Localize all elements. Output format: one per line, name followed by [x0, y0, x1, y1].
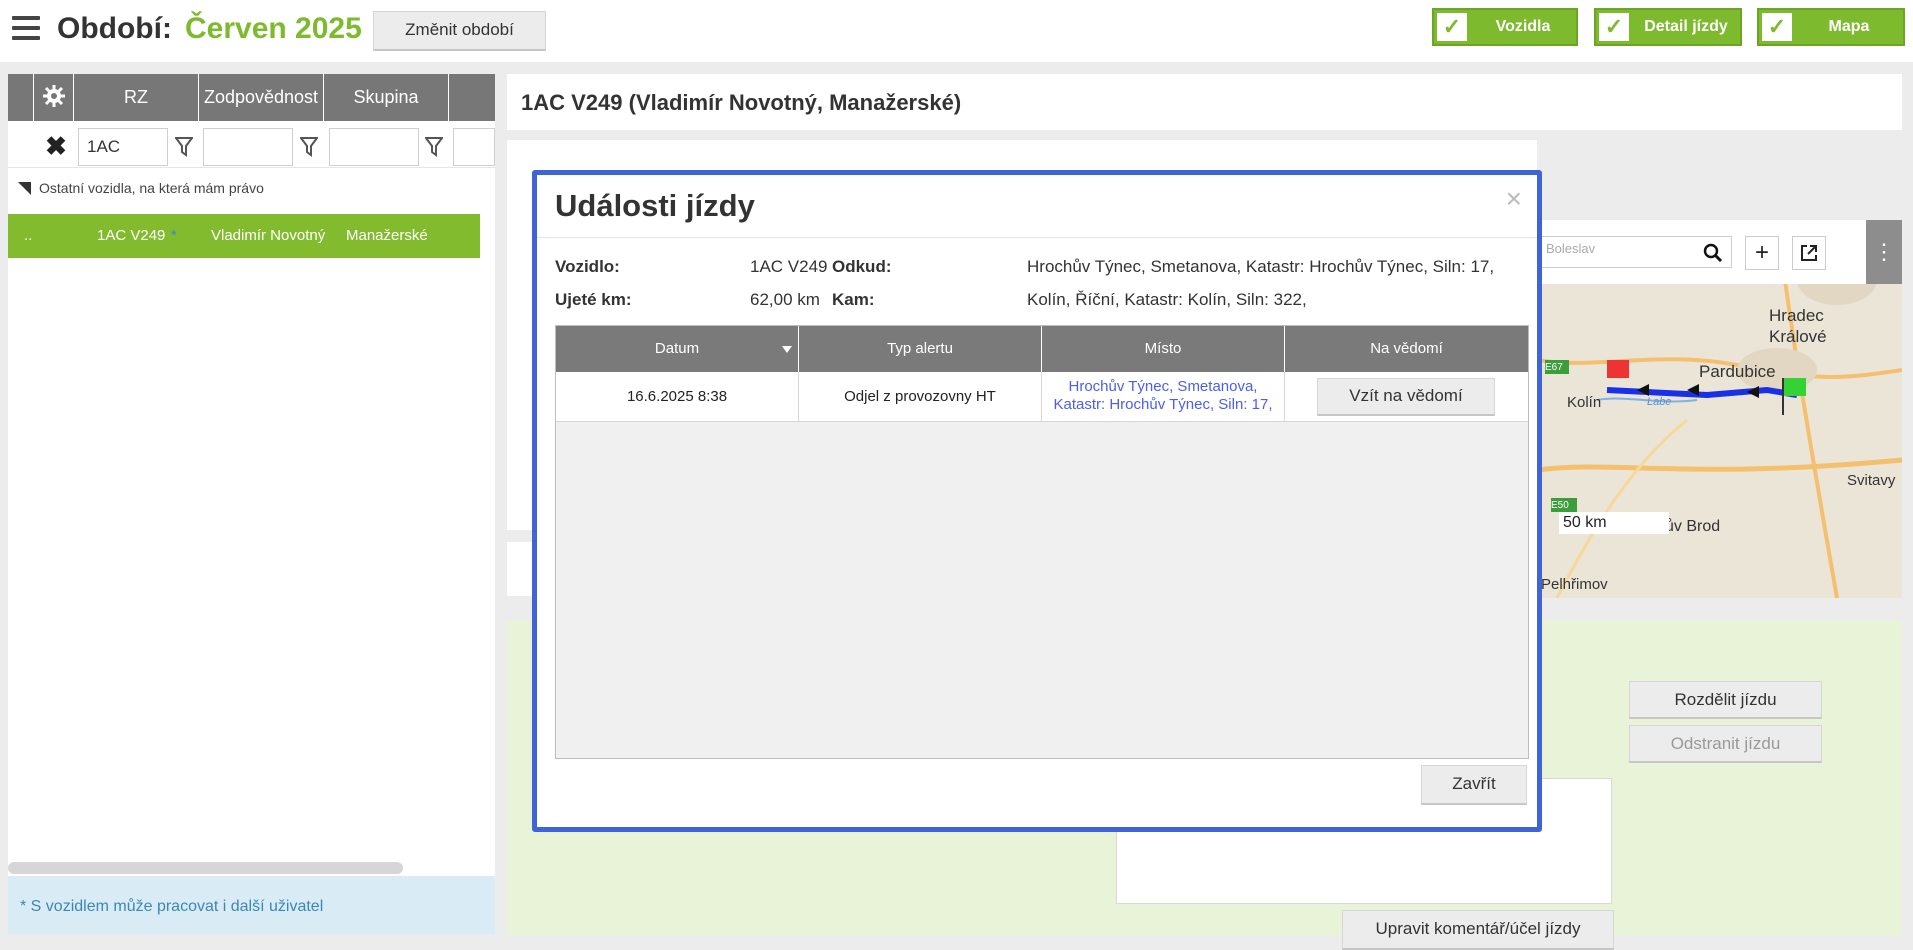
filter-icon[interactable] — [300, 136, 318, 158]
event-place-line2: Katastr: Hrochův Týnec, Siln: 17, — [1053, 396, 1273, 413]
vehicle-value: 1AC V249 — [750, 257, 828, 276]
filter-row: ✖ — [8, 124, 495, 168]
event-type: Odjel z provozovny HT — [844, 388, 996, 405]
km-label: Ujeté km: — [555, 290, 632, 309]
events-table: Datum Typ alertu Místo Na vědomí 16.6.20… — [555, 325, 1529, 759]
toggle-vehicles[interactable]: ✓ Vozidla — [1432, 8, 1578, 46]
map-label-pardubice: Pardubice — [1699, 362, 1776, 381]
map-add-icon[interactable]: + — [1745, 236, 1779, 270]
event-ack-cell: Vzít na vědomí — [1285, 372, 1528, 422]
row-dots: .. — [24, 227, 33, 244]
toggle-trip-detail-label: Detail jízdy — [1644, 18, 1728, 35]
to-value: Kolín, Říční, Katastr: Kolín, Siln: 322, — [1027, 290, 1307, 309]
sort-icon — [782, 346, 792, 353]
trip-events-dialog: Události jízdy × Vozidlo: 1AC V249 Ujeté… — [532, 170, 1542, 832]
from-value: Hrochův Týnec, Smetanova, Katastr: Hroch… — [1027, 257, 1495, 276]
column-header-date[interactable]: Datum — [556, 326, 799, 372]
map-label-labe: Labe — [1647, 396, 1672, 408]
column-header-acknowledged[interactable]: Na vědomí — [1285, 326, 1528, 372]
horizontal-scrollbar[interactable] — [8, 862, 403, 874]
column-header-date-label: Datum — [654, 340, 700, 357]
map-label-pelhrimov: Pelhřimov — [1541, 576, 1608, 593]
toggle-map[interactable]: ✓ Mapa — [1757, 8, 1905, 46]
header-spacer — [8, 74, 34, 121]
dialog-title: Události jízdy — [555, 188, 755, 223]
close-icon[interactable]: × — [1506, 183, 1522, 215]
acknowledge-button[interactable]: Vzít na vědomí — [1317, 378, 1495, 416]
map-label-hradec: Hradec — [1769, 306, 1824, 325]
column-header-rz[interactable]: RZ — [74, 74, 199, 121]
map-more-icon[interactable]: ⋮ — [1866, 220, 1902, 284]
search-icon[interactable] — [1703, 243, 1723, 263]
column-header-alert-type[interactable]: Typ alertu — [799, 326, 1042, 372]
event-place-link[interactable]: Hrochův Týnec, Smetanova, Katastr: Hrochů… — [1042, 372, 1284, 414]
clear-filter-icon[interactable]: ✖ — [42, 132, 70, 160]
map-label-svitavy: Svitavy — [1847, 472, 1896, 489]
check-icon: ✓ — [1599, 13, 1629, 41]
close-dialog-button[interactable]: Zavřít — [1421, 765, 1527, 805]
dialog-divider — [537, 237, 1537, 238]
toggle-vehicles-label: Vozidla — [1495, 18, 1551, 35]
collapse-triangle-icon — [18, 182, 31, 195]
detail-title-bar: 1AC V249 (Vladimír Novotný, Manažerské) — [507, 74, 1902, 130]
vehicle-group-label: Ostatní vozidla, na která mám právo — [39, 180, 264, 196]
menu-icon[interactable] — [12, 16, 40, 42]
map-label-kralove: Králové — [1769, 327, 1827, 346]
period-value: Červen 2025 — [185, 12, 362, 45]
event-date-cell: 16.6.2025 8:38 — [556, 372, 799, 422]
shared-vehicle-info: * S vozidlem může pracovat i další uživa… — [8, 876, 495, 934]
change-period-button[interactable]: Změnit období — [373, 11, 546, 51]
remove-trip-button[interactable]: Odstranit jízdu — [1629, 725, 1822, 763]
events-table-header: Datum Typ alertu Místo Na vědomí — [556, 326, 1528, 372]
map-toolbar: Boleslav + ⋮ — [1537, 220, 1902, 284]
vehicle-group: Manažerské — [346, 227, 428, 244]
shared-star: * — [171, 227, 177, 244]
group-filter-input[interactable] — [329, 128, 419, 166]
event-date: 16.6.2025 8:38 — [626, 388, 728, 405]
map-open-external-icon[interactable] — [1792, 236, 1826, 270]
column-header-group[interactable]: Skupina — [324, 74, 449, 121]
vehicle-driver: Vladimír Novotný — [211, 227, 326, 244]
from-label: Odkud: — [832, 257, 892, 276]
column-header-place[interactable]: Místo — [1042, 326, 1285, 372]
km-value: 62,00 km — [750, 290, 820, 309]
event-place-line1: Hrochův Týnec, Smetanova, — [1068, 378, 1258, 395]
detail-title: 1AC V249 (Vladimír Novotný, Manažerské) — [521, 90, 962, 115]
map-label-brod: ův Brod — [1665, 518, 1721, 535]
check-icon: ✓ — [1762, 13, 1792, 41]
vehicle-list-panel: RZ Zodpovědnost Skupina ✖ Ostatní vozidl… — [8, 74, 495, 934]
vehicle-label: Vozidlo: — [555, 257, 620, 276]
top-bar: Období: Červen 2025 Změnit období ✓ Vozi… — [0, 0, 1913, 62]
map-label-kolin: Kolín — [1567, 394, 1602, 411]
update-comment-button[interactable]: Upravit komentář/účel jízdy — [1342, 910, 1614, 950]
event-place-cell: Hrochův Týnec, Smetanova, Katastr: Hrochů… — [1042, 372, 1285, 422]
toggle-map-label: Mapa — [1828, 18, 1870, 35]
to-label: Kam: — [832, 290, 875, 309]
map-scale: 50 km — [1559, 512, 1669, 534]
vehicle-rz: 1AC V249 — [97, 227, 166, 244]
map-search-input[interactable]: Boleslav — [1537, 236, 1732, 268]
gear-icon[interactable] — [34, 74, 74, 121]
toggle-trip-detail[interactable]: ✓ Detail jízdy — [1594, 8, 1742, 46]
map-hidden-label: Boleslav — [1546, 241, 1596, 256]
vehicle-grid-header: RZ Zodpovědnost Skupina — [8, 74, 495, 121]
responsibility-filter-input[interactable] — [203, 128, 293, 166]
column-header-extra — [449, 74, 495, 121]
rz-filter-input[interactable] — [78, 128, 168, 166]
column-header-responsibility[interactable]: Zodpovědnost — [199, 74, 324, 121]
map-label-e67: E67 — [1545, 362, 1563, 373]
extra-filter-input[interactable] — [453, 128, 495, 166]
period-label: Období: — [57, 12, 172, 45]
vehicle-row[interactable]: .. 1AC V249 * Vladimír Novotný Manažersk… — [8, 214, 480, 258]
event-type-cell: Odjel z provozovny HT — [799, 372, 1042, 422]
vehicle-group-row[interactable]: Ostatní vozidla, na která mám právo — [18, 180, 264, 196]
filter-icon[interactable] — [425, 136, 443, 158]
filter-icon[interactable] — [175, 136, 193, 158]
table-row[interactable]: 16.6.2025 8:38 Odjel z provozovny HT Hro… — [556, 372, 1528, 422]
split-trip-button[interactable]: Rozdělit jízdu — [1629, 681, 1822, 719]
check-icon: ✓ — [1437, 13, 1467, 41]
map-label-e50: E50 — [1551, 500, 1569, 511]
